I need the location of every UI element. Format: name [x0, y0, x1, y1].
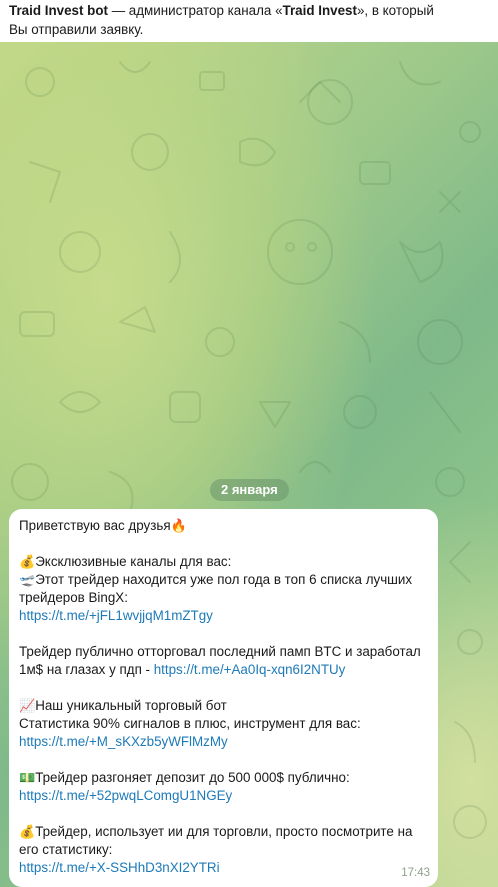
bot-name[interactable]: Traid Invest bot: [9, 3, 108, 18]
bot-title: 📈Наш уникальный торговый бот: [19, 698, 227, 713]
message-greeting: Приветствую вас друзья🔥: [19, 518, 187, 533]
link-pump[interactable]: https://t.me/+Aa0Iq-xqn6I2NTUy: [154, 662, 346, 677]
link-ai[interactable]: https://t.me/+X-SSHhD3nXI2YTRi: [19, 860, 220, 875]
chart-up-icon: 📈: [19, 698, 36, 713]
ai-line2: его статистику:: [19, 842, 113, 857]
trader1-line1: 🛫Этот трейдер находится уже пол года в т…: [19, 572, 413, 587]
message-time: 17:43: [401, 867, 430, 879]
bot-stats: Статистика 90% сигналов в плюс, инструме…: [19, 716, 361, 731]
pump-line1: Трейдер публично отторговал последний па…: [19, 644, 421, 659]
chat-background: 2 января Приветствую вас друзья🔥 💰Эксклю…: [0, 42, 498, 887]
fire-icon: 🔥: [170, 518, 187, 533]
notice-line-1: Traid Invest bot — администратор канала …: [9, 3, 434, 18]
link-deposit[interactable]: https://t.me/+52pwqLComgU1NGEy: [19, 788, 232, 803]
ai-line1: 💰Трейдер, использует ии для торговли, пр…: [19, 824, 413, 839]
deposit-text: 💵Трейдер разгоняет депозит до 500 000$ п…: [19, 770, 350, 785]
money-bag-icon-2: 💰: [19, 824, 36, 839]
date-separator: 2 января: [210, 479, 289, 501]
pump-line2: 1м$ на глазах у пдп - https://t.me/+Aa0I…: [19, 662, 346, 677]
channel-name[interactable]: Traid Invest: [283, 3, 357, 18]
trader1-line2: трейдеров BingX:: [19, 590, 128, 605]
channels-title: 💰Эксклюзивные каналы для вас:: [19, 554, 232, 569]
dollar-banknote-icon: 💵: [19, 770, 36, 785]
link-trader1[interactable]: https://t.me/+jFL1wvjjqM1mZTgy: [19, 608, 213, 623]
message-bubble[interactable]: Приветствую вас друзья🔥 💰Эксклюзивные ка…: [9, 509, 438, 887]
money-bag-icon: 💰: [19, 554, 36, 569]
link-bot[interactable]: https://t.me/+M_sKXzb5yWFlMzMy: [19, 734, 228, 749]
notice-line-2: Вы отправили заявку.: [9, 22, 144, 37]
system-notice: Traid Invest bot — администратор канала …: [0, 0, 498, 42]
airplane-icon: 🛫: [19, 572, 36, 587]
